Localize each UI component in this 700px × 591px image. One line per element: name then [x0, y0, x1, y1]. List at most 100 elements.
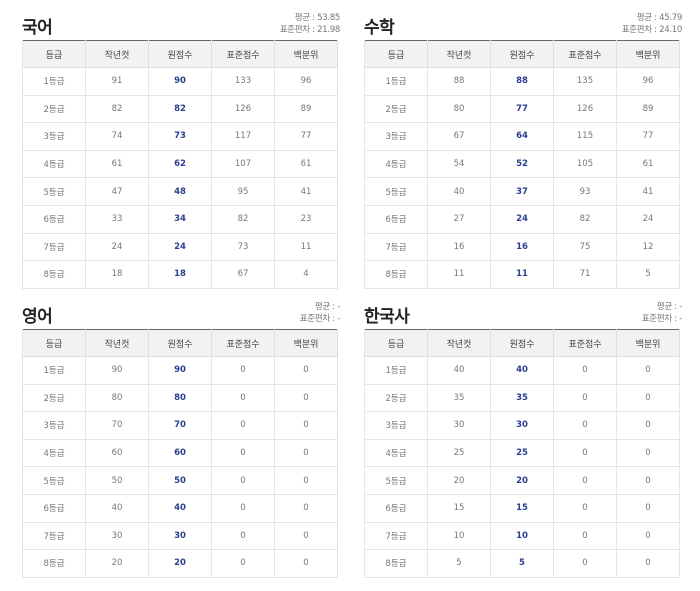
cell-raw-score: 90: [148, 67, 212, 96]
cell-standard-score: 0: [553, 466, 617, 495]
cell-standard-score: 0: [211, 493, 275, 523]
cell-grade: 5등급: [364, 177, 428, 206]
cell-raw-score: 82: [148, 94, 212, 124]
cell-percentile: 5: [616, 260, 680, 289]
cell-raw-score: 90: [148, 356, 212, 385]
cell-grade: 3등급: [22, 122, 86, 151]
cell-raw-score: 34: [148, 204, 212, 234]
cell-raw-score: 5: [490, 549, 554, 578]
cell-last-year-cut: 30: [85, 521, 149, 551]
cell-standard-score: 126: [553, 94, 617, 124]
grade-table: 등급 작년컷 원점수 표준점수 백분위 1등급 91 90 133 96 2등급 82 82 126 89 3…: [22, 40, 338, 289]
panel-korean-history: 한국사 평균 : - 표준편차 : - 등급 작년컷 원점수 표준점수 백분위 1등급 40…: [364, 301, 682, 578]
cell-raw-score: 30: [490, 411, 554, 440]
cell-standard-score: 0: [211, 411, 275, 440]
cell-grade: 6등급: [364, 493, 428, 523]
cell-grade: 2등급: [364, 383, 428, 413]
cell-standard-score: 82: [553, 204, 617, 234]
column-header-percentile: 백분위: [274, 329, 338, 357]
table-header-row: 등급 작년컷 원점수 표준점수 백분위: [364, 40, 680, 68]
cell-last-year-cut: 35: [427, 383, 491, 413]
table-row: 8등급 18 18 67 4: [22, 260, 338, 289]
cell-raw-score: 50: [148, 466, 212, 495]
cell-grade: 1등급: [364, 67, 428, 96]
cell-standard-score: 107: [211, 149, 275, 179]
panel-header: 국어 평균 : 53.85 표준편차 : 21.98: [22, 12, 341, 40]
cell-standard-score: 0: [211, 356, 275, 385]
table-row: 2등급 80 80 0 0: [22, 383, 338, 413]
cell-grade: 7등급: [364, 232, 428, 262]
cell-raw-score: 37: [490, 177, 554, 206]
cell-last-year-cut: 60: [85, 438, 149, 468]
table-row: 3등급 74 73 117 77: [22, 122, 338, 151]
cell-grade: 4등급: [364, 149, 428, 179]
cell-last-year-cut: 50: [85, 466, 149, 495]
cell-percentile: 11: [274, 232, 338, 262]
table-row: 1등급 90 90 0 0: [22, 356, 338, 385]
column-header-standard-score: 표준점수: [211, 329, 275, 357]
table-row: 6등급 27 24 82 24: [364, 204, 680, 234]
cell-raw-score: 73: [148, 122, 212, 151]
cell-grade: 7등급: [22, 521, 86, 551]
table-header-row: 등급 작년컷 원점수 표준점수 백분위: [22, 40, 338, 68]
cell-percentile: 0: [616, 549, 680, 578]
cell-last-year-cut: 11: [427, 260, 491, 289]
cell-last-year-cut: 54: [427, 149, 491, 179]
cell-percentile: 0: [274, 383, 338, 413]
table-row: 3등급 67 64 115 77: [364, 122, 680, 151]
column-header-standard-score: 표준점수: [553, 40, 617, 68]
cell-standard-score: 0: [553, 493, 617, 523]
cell-last-year-cut: 74: [85, 122, 149, 151]
cell-last-year-cut: 33: [85, 204, 149, 234]
cell-last-year-cut: 10: [427, 521, 491, 551]
cell-percentile: 0: [616, 383, 680, 413]
cell-standard-score: 115: [553, 122, 617, 151]
cell-percentile: 0: [616, 521, 680, 551]
column-header-percentile: 백분위: [616, 329, 680, 357]
cell-percentile: 12: [616, 232, 680, 262]
cell-standard-score: 105: [553, 149, 617, 179]
cell-grade: 1등급: [22, 356, 86, 385]
table-row: 4등급 61 62 107 61: [22, 149, 338, 179]
panel-stats: 평균 : - 표준편차 : -: [300, 301, 341, 325]
cell-standard-score: 126: [211, 94, 275, 124]
table-row: 3등급 70 70 0 0: [22, 411, 338, 440]
average-value: 평균 : -: [314, 302, 340, 312]
cell-percentile: 96: [274, 67, 338, 96]
table-row: 4등급 25 25 0 0: [364, 438, 680, 468]
cell-raw-score: 88: [490, 67, 554, 96]
table-row: 5등급 47 48 95 41: [22, 177, 338, 206]
cell-raw-score: 35: [490, 383, 554, 413]
grade-table: 등급 작년컷 원점수 표준점수 백분위 1등급 40 40 0 0 2등급 35 35 0 0 3등급 30 30…: [364, 329, 680, 578]
table-row: 4등급 60 60 0 0: [22, 438, 338, 468]
cell-raw-score: 40: [490, 356, 554, 385]
table-row: 1등급 40 40 0 0: [364, 356, 680, 385]
table-row: 4등급 54 52 105 61: [364, 149, 680, 179]
grade-table: 등급 작년컷 원점수 표준점수 백분위 1등급 88 88 135 96 2등급 80 77 126 89 3…: [364, 40, 680, 289]
cell-standard-score: 133: [211, 67, 275, 96]
cell-percentile: 89: [274, 94, 338, 124]
cell-grade: 6등급: [364, 204, 428, 234]
cell-last-year-cut: 40: [427, 177, 491, 206]
cell-last-year-cut: 80: [427, 94, 491, 124]
cell-percentile: 0: [274, 438, 338, 468]
column-header-raw-score: 원점수: [148, 329, 212, 357]
cell-standard-score: 0: [553, 383, 617, 413]
std-dev-value: 표준편차 : 21.98: [279, 25, 341, 35]
cell-percentile: 0: [616, 466, 680, 495]
column-header-last-year-cut: 작년컷: [427, 329, 491, 357]
table-row: 2등급 35 35 0 0: [364, 383, 680, 413]
cell-standard-score: 0: [211, 383, 275, 413]
cell-raw-score: 10: [490, 521, 554, 551]
cell-raw-score: 70: [148, 411, 212, 440]
cell-standard-score: 135: [553, 67, 617, 96]
cell-standard-score: 67: [211, 260, 275, 289]
table-row: 5등급 40 37 93 41: [364, 177, 680, 206]
cell-raw-score: 77: [490, 94, 554, 124]
cell-grade: 7등급: [364, 521, 428, 551]
cell-grade: 2등급: [364, 94, 428, 124]
cell-last-year-cut: 5: [427, 549, 491, 578]
cell-last-year-cut: 61: [85, 149, 149, 179]
cell-standard-score: 0: [211, 438, 275, 468]
cell-percentile: 0: [616, 411, 680, 440]
